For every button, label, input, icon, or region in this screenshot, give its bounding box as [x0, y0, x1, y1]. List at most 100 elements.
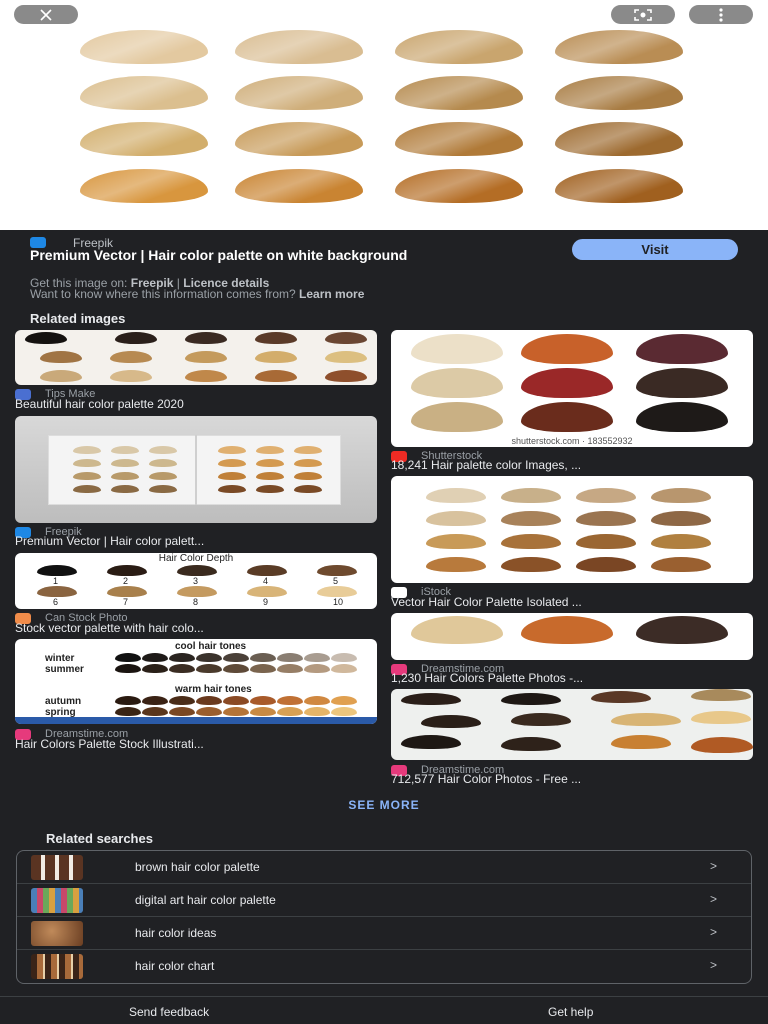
source-title[interactable]: Premium Vector | Hair color palette on w…: [30, 248, 550, 262]
hair-swatch: [142, 664, 168, 673]
card-title[interactable]: Stock vector palette with hair colo...: [15, 621, 377, 635]
hair-swatch: [115, 653, 141, 662]
depth-label: 6: [53, 597, 59, 607]
hair-swatch: [111, 446, 139, 454]
hair-swatch: [501, 488, 561, 503]
related-searches-list: brown hair color palette > digital art h…: [16, 850, 752, 984]
info-question-line: Want to know where this information come…: [30, 287, 364, 301]
card-title[interactable]: Beautiful hair color palette 2020: [15, 397, 377, 411]
hair-swatch: [395, 122, 523, 156]
hair-swatch: [149, 446, 177, 454]
depth-label: 9: [263, 597, 269, 607]
hair-swatch: [576, 511, 636, 526]
hair-swatch: [111, 485, 139, 493]
hair-swatch: [218, 446, 246, 454]
related-image-thumb[interactable]: [391, 689, 753, 760]
hair-swatch: [169, 664, 195, 673]
hair-swatch: [115, 696, 141, 705]
hair-swatch: [149, 459, 177, 467]
hair-swatch: [115, 707, 141, 716]
related-image-thumb[interactable]: [15, 416, 377, 523]
depth-label: 3: [193, 576, 199, 586]
more-options-button[interactable]: [689, 5, 753, 24]
watermark: shutterstock.com · 183552932: [511, 436, 633, 446]
hair-swatch: [331, 707, 357, 716]
related-image-thumb[interactable]: shutterstock.com · 183552932: [391, 330, 753, 447]
hair-swatch: [247, 586, 287, 597]
hair-swatch: [196, 664, 222, 673]
hair-swatch: [218, 485, 246, 493]
depth-label: 4: [263, 576, 269, 586]
related-search-item[interactable]: hair color ideas >: [17, 917, 751, 950]
hair-swatch: [196, 653, 222, 662]
hair-swatch: [250, 696, 276, 705]
related-image-thumb[interactable]: [15, 330, 377, 385]
search-thumb: [31, 888, 83, 913]
card-title[interactable]: 712,577 Hair Color Photos - Free ...: [391, 772, 753, 786]
hair-swatch: [395, 30, 523, 64]
hair-swatch: [80, 30, 208, 64]
related-search-item[interactable]: digital art hair color palette >: [17, 884, 751, 917]
hair-swatch: [149, 472, 177, 480]
related-search-item[interactable]: brown hair color palette >: [17, 851, 751, 884]
hair-swatch: [37, 565, 77, 576]
related-image-thumb[interactable]: Hair Color Depth 1 6 2 7 3 8 4 9 5 10: [15, 553, 377, 609]
hair-swatch: [277, 696, 303, 705]
chevron-right-icon: >: [710, 892, 718, 906]
hair-swatch: [331, 696, 357, 705]
hair-swatch: [256, 459, 284, 467]
hair-swatch: [73, 446, 101, 454]
hair-swatch: [555, 30, 683, 64]
close-icon: [40, 8, 52, 21]
lens-button[interactable]: [611, 5, 675, 24]
depth-label: 8: [193, 597, 199, 607]
hair-swatch: [277, 664, 303, 673]
related-image-thumb[interactable]: cool hair tones winter summer warm hair …: [15, 639, 377, 724]
hair-swatch: [555, 122, 683, 156]
hair-swatch: [73, 485, 101, 493]
card-title[interactable]: Premium Vector | Hair color palett...: [15, 534, 377, 548]
hair-swatch: [107, 565, 147, 576]
depth-label: 10: [333, 597, 344, 607]
hair-swatch: [142, 707, 168, 716]
search-thumb: [31, 921, 83, 946]
hair-swatch: [277, 653, 303, 662]
hair-swatch: [294, 472, 322, 480]
related-searches-title: Related searches: [46, 831, 153, 846]
hair-swatch: [235, 76, 363, 110]
chevron-right-icon: >: [710, 958, 718, 972]
hair-swatch: [294, 459, 322, 467]
hair-swatch: [426, 488, 486, 503]
image-preview[interactable]: [0, 0, 768, 230]
visit-button[interactable]: Visit: [572, 239, 738, 260]
send-feedback-link[interactable]: Send feedback: [129, 1005, 209, 1019]
depth-label: 7: [123, 597, 129, 607]
card-title[interactable]: Hair Colors Palette Stock Illustrati...: [15, 737, 377, 751]
lens-icon: [634, 8, 652, 21]
close-button[interactable]: [14, 5, 78, 24]
hair-swatch: [80, 169, 208, 203]
hair-swatch: [80, 122, 208, 156]
learn-more-link[interactable]: Learn more: [299, 287, 364, 301]
hair-swatch: [426, 534, 486, 549]
hair-swatch: [142, 653, 168, 662]
hair-swatch: [576, 534, 636, 549]
card-title[interactable]: Vector Hair Color Palette Isolated ...: [391, 595, 753, 609]
hair-swatch: [501, 534, 561, 549]
get-help-link[interactable]: Get help: [548, 1005, 593, 1019]
card-title[interactable]: 18,241 Hair palette color Images, ...: [391, 458, 753, 472]
hair-swatch: [395, 169, 523, 203]
related-image-thumb[interactable]: [391, 476, 753, 583]
hair-swatch: [177, 565, 217, 576]
related-search-label: brown hair color palette: [135, 860, 260, 874]
related-search-item[interactable]: hair color chart >: [17, 950, 751, 983]
hair-swatch: [256, 485, 284, 493]
hair-swatch: [250, 664, 276, 673]
depth-label: 5: [333, 576, 339, 586]
hair-swatch: [223, 707, 249, 716]
see-more-button[interactable]: SEE MORE: [0, 798, 768, 812]
card-title[interactable]: 1,230 Hair Colors Palette Photos -...: [391, 671, 753, 685]
hair-swatch: [169, 707, 195, 716]
related-search-label: hair color chart: [135, 959, 215, 973]
related-image-thumb[interactable]: [391, 613, 753, 660]
